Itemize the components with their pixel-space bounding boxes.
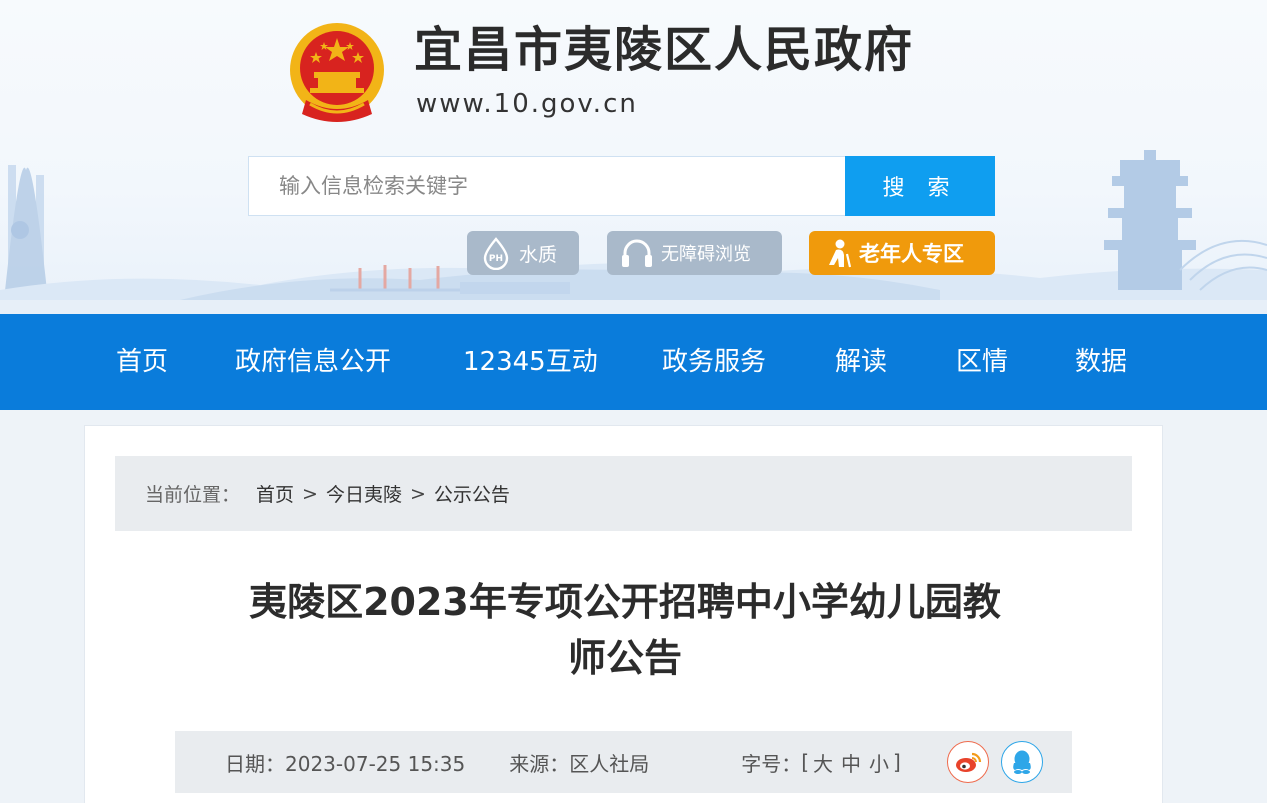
nav-item-12345[interactable]: 12345互动 [463, 314, 598, 410]
national-emblem-icon [290, 23, 384, 122]
accessible-browsing-label: 无障碍浏览 [661, 244, 751, 265]
article-meta-bar: 日期：2023-07-25 15:35 来源：区人社局 字号： [ 大 中 小 … [175, 731, 1072, 793]
breadcrumb-today-yiling[interactable]: 今日夷陵 [326, 480, 402, 507]
ph-water-icon: PH [479, 236, 513, 270]
nav-item-interpretation[interactable]: 解读 [835, 314, 887, 410]
water-quality-label: 水质 [519, 243, 558, 266]
search-button[interactable]: 搜 索 [845, 156, 995, 216]
date-label: 日期： [225, 751, 285, 776]
qq-icon [1013, 750, 1031, 774]
nav-item-home[interactable]: 首页 [116, 314, 168, 410]
article-date: 日期：2023-07-25 15:35 [225, 748, 465, 777]
font-size-small[interactable]: 小 [869, 748, 889, 777]
share-weibo-button[interactable] [947, 741, 989, 783]
breadcrumb-home[interactable]: 首页 [256, 480, 294, 507]
nav-item-district-info[interactable]: 区情 [956, 314, 1008, 410]
search-input[interactable] [248, 156, 846, 216]
article-title-line-2: 师公告 [567, 636, 682, 680]
water-quality-button[interactable]: PH 水质 [467, 231, 579, 275]
breadcrumb-prefix: 当前位置： [145, 484, 241, 506]
nav-item-gov-info[interactable]: 政府信息公开 [235, 314, 391, 410]
main-nav: 首页 政府信息公开 12345互动 政务服务 解读 区情 数据 [0, 314, 1267, 410]
elderly-zone-button[interactable]: 老年人专区 [809, 231, 995, 275]
article-source: 来源：区人社局 [509, 748, 649, 777]
breadcrumb-separator: > [302, 482, 318, 505]
font-size-label: 字号： [741, 751, 802, 776]
font-size-large[interactable]: 大 [813, 748, 833, 777]
breadcrumb-separator: > [409, 482, 426, 505]
source-label: 来源： [509, 751, 570, 776]
site-header: 宜昌市夷陵区人民政府 www.10.gov.cn 搜 索 PH 水质 无障碍浏览 [0, 0, 1267, 314]
accessible-browsing-button[interactable]: 无障碍浏览 [607, 231, 782, 275]
breadcrumb: 当前位置： 首页 > 今日夷陵 > 公示公告 [115, 456, 1132, 531]
breadcrumb-announcements[interactable]: 公示公告 [434, 480, 510, 507]
elderly-zone-label: 老年人专区 [859, 242, 964, 266]
article-container: 当前位置： 首页 > 今日夷陵 > 公示公告 夷陵区2023年专项公开招聘中小学… [84, 425, 1163, 803]
font-size-selector: 字号： [ 大 中 小 ] [741, 748, 901, 777]
headphones-icon [619, 236, 655, 270]
source-value: 区人社局 [569, 751, 650, 776]
font-size-bracket-close: ] [893, 750, 901, 774]
date-value: 2023-07-25 15:35 [285, 751, 466, 776]
font-size-medium[interactable]: 中 [841, 748, 861, 777]
share-qq-button[interactable] [1001, 741, 1043, 783]
svg-text:PH: PH [489, 254, 503, 264]
font-size-bracket-open: [ [801, 750, 810, 774]
nav-item-services[interactable]: 政务服务 [662, 314, 766, 410]
nav-item-data[interactable]: 数据 [1075, 314, 1127, 410]
elderly-person-icon [825, 238, 853, 268]
article-title: 夷陵区2023年专项公开招聘中小学幼儿园教 师公告 [175, 574, 1075, 686]
weibo-icon [956, 752, 982, 772]
site-url: www.10.gov.cn [416, 89, 638, 119]
article-title-line-1: 夷陵区2023年专项公开招聘中小学幼儿园教 [249, 580, 1001, 624]
site-title: 宜昌市夷陵区人民政府 [414, 22, 915, 78]
